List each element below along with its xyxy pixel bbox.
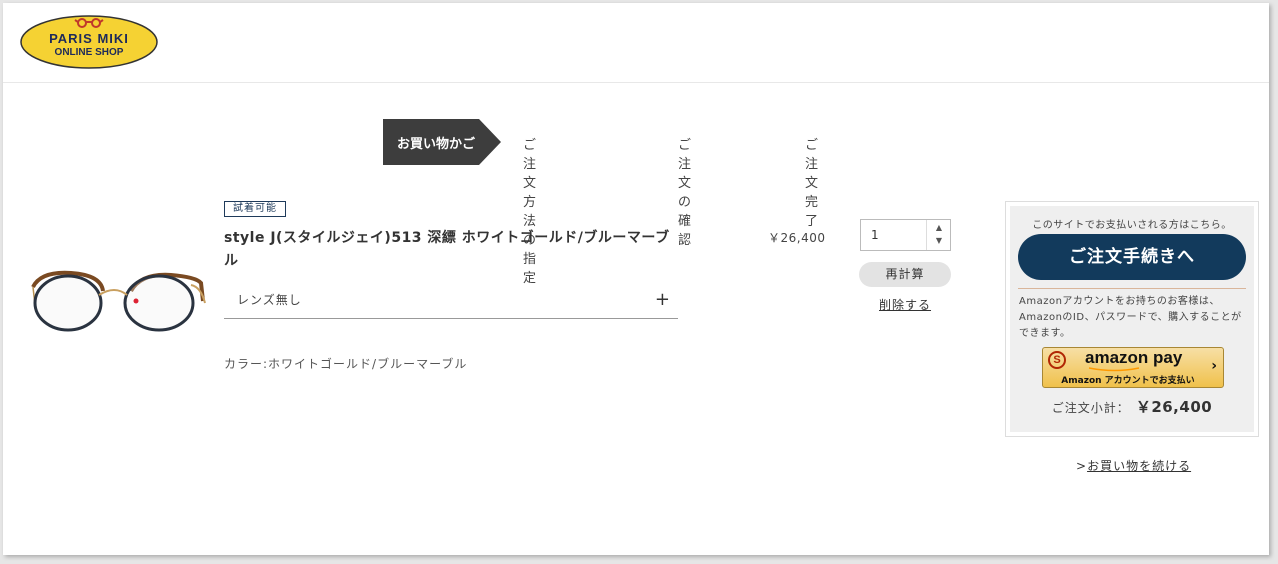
checkout-button[interactable]: ご注文手続きへ	[1018, 234, 1246, 280]
delete-link[interactable]: 削除する	[879, 296, 931, 313]
amazon-pay-sub: Amazon アカウントでお支払い	[1061, 376, 1195, 386]
continue-prefix: >	[1076, 459, 1088, 473]
eyeglasses-icon	[31, 270, 206, 332]
amazon-note: Amazonアカウントをお持ちのお客様は、AmazonのID、パスワードで、購入…	[1019, 296, 1242, 339]
amazon-pay-logo: amazon pay	[1085, 348, 1183, 367]
site-payment-note: このサイトでお支払いされる方はこちら。	[1032, 220, 1232, 231]
quantity-arrows: ▲ ▼	[926, 220, 950, 250]
checkout-panel: このサイトでお支払いされる方はこちら。 ご注文手続きへ Amazonアカウントを…	[1005, 201, 1259, 437]
checkout-panel-inner: このサイトでお支払いされる方はこちら。 ご注文手続きへ Amazonアカウントを…	[1010, 206, 1254, 432]
decrement-icon[interactable]: ▼	[927, 236, 951, 245]
subtotal-value: ￥26,400	[1135, 398, 1213, 416]
step-order-complete: ご注文完了	[805, 138, 820, 229]
plus-icon[interactable]: +	[655, 289, 670, 310]
paris-miki-logo[interactable]: PARIS MIKI ONLINE SHOP	[19, 13, 159, 69]
continue-label[interactable]: お買い物を続ける	[1087, 459, 1191, 473]
logo-line1: PARIS MIKI	[49, 31, 129, 46]
chevron-right-icon: ›	[1211, 358, 1217, 374]
subtotal-label: ご注文小計：	[1051, 401, 1130, 415]
logo-line2: ONLINE SHOP	[54, 47, 124, 58]
continue-shopping-link[interactable]: >お買い物を続ける	[1076, 457, 1191, 474]
amazon-smile-icon	[1088, 367, 1140, 372]
amazon-s-icon: S	[1048, 351, 1066, 369]
product-color: カラー:ホワイトゴールド/ブルーマーブル	[224, 357, 468, 371]
lens-option-label: レンズ無し	[237, 293, 302, 307]
lens-option-accordion[interactable]: レンズ無し +	[224, 287, 678, 319]
amazon-pay-button[interactable]: S amazon pay Amazon アカウントでお支払い ›	[1042, 347, 1224, 388]
step-cart: お買い物かご	[383, 119, 501, 165]
try-on-badge: 試着可能	[224, 201, 286, 217]
product-image[interactable]	[31, 261, 209, 341]
order-subtotal: ご注文小計： ￥26,400	[1010, 396, 1254, 417]
product-title[interactable]: style J(スタイルジェイ)513 深縹 ホワイトゴールド/ブルーマーブル	[224, 227, 684, 273]
quantity-value[interactable]: 1	[871, 228, 879, 242]
item-price: ￥26,400	[768, 231, 826, 245]
quantity-stepper[interactable]: 1 ▲ ▼	[860, 219, 951, 251]
divider	[1018, 288, 1246, 289]
increment-icon[interactable]: ▲	[927, 223, 951, 232]
recalculate-button[interactable]: 再計算	[859, 262, 951, 287]
page: PARIS MIKI ONLINE SHOP お買い物かご ご注文方法の指定 ご…	[3, 3, 1269, 555]
step-cart-label: お買い物かご	[397, 137, 476, 152]
site-header: PARIS MIKI ONLINE SHOP	[3, 3, 1269, 83]
